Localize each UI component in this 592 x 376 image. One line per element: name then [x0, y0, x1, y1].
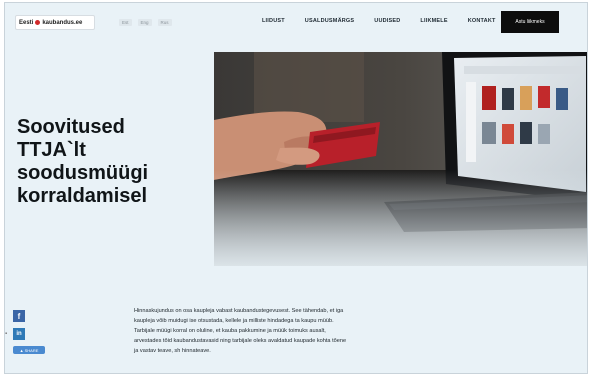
nav-item-usaldusmargs[interactable]: USALDUSMÄRGS [305, 18, 354, 24]
nav-item-uudised[interactable]: UUDISED [374, 18, 400, 24]
join-button[interactable]: Astu liikmeks [501, 11, 559, 33]
language-switcher: Est Eng Rus [119, 19, 172, 26]
main-nav: LIIDUST USALDUSMÄRGS UUDISED LIIKMELE KO… [262, 18, 496, 24]
hero-image [214, 52, 587, 266]
lang-est[interactable]: Est [119, 19, 132, 26]
facebook-icon[interactable]: f [13, 310, 25, 322]
site-logo[interactable]: Eesti kaubandus.ee [15, 15, 95, 30]
page-title: Soovitused TTJA`lt soodusmüügi korraldam… [17, 116, 149, 207]
article-line: kaupleja võib muidugi ise otsustada, kel… [134, 318, 334, 324]
lang-eng[interactable]: Eng [137, 19, 152, 26]
logo-text-2: kaubandus.ee [42, 19, 83, 26]
lang-rus[interactable]: Rus [157, 19, 172, 26]
linkedin-icon[interactable]: in [13, 328, 25, 340]
article-line: ja vastav teave, sh hinnateave. [134, 348, 211, 354]
logo-mark-icon [35, 20, 41, 25]
article-line: arvestades tõid kaubandustavasid ning ta… [134, 338, 347, 344]
logo-text: Eesti [19, 19, 34, 26]
article-line: Tarbijale müügi korral on oluline, et ka… [134, 328, 326, 334]
nav-item-liikmele[interactable]: LIIKMELE [420, 18, 447, 24]
page-frame: Eesti kaubandus.ee Est Eng Rus LIIDUST U… [4, 2, 588, 374]
article-body: Hinnaskujundus on osa kaupleja vabast ka… [134, 306, 444, 356]
site-header: Eesti kaubandus.ee Est Eng Rus LIIDUST U… [5, 3, 587, 43]
nav-item-liidust[interactable]: LIIDUST [262, 18, 285, 24]
share-label: SHARE [24, 347, 39, 353]
social-share: f in ▲ SHARE [13, 310, 45, 354]
thumb-icon: ▲ [19, 347, 24, 353]
scroll-indicator: ▪ [5, 331, 8, 337]
share-button[interactable]: ▲ SHARE [13, 346, 45, 354]
article-line: Hinnaskujundus on osa kaupleja vabast ka… [134, 308, 344, 314]
nav-item-kontakt[interactable]: KONTAKT [468, 18, 496, 24]
